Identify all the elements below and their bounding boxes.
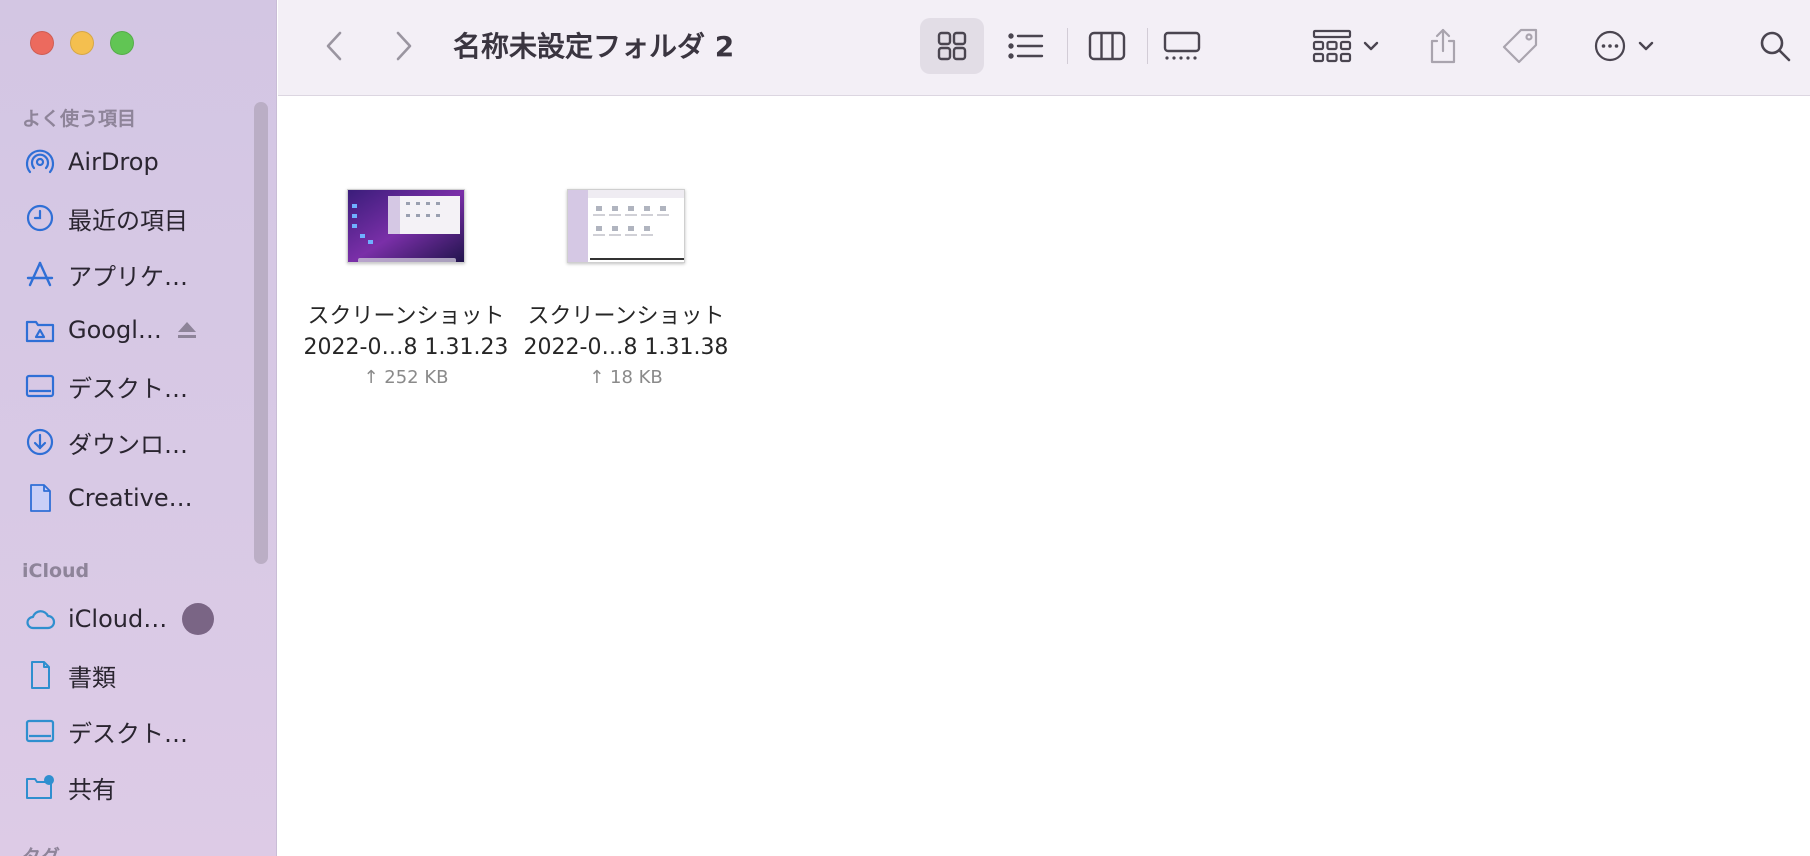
eject-icon[interactable] [176, 319, 198, 341]
airdrop-icon [22, 144, 58, 180]
sidebar-item-applications[interactable]: アプリケ… [22, 250, 252, 298]
sidebar-item-label: デスクト… [68, 719, 188, 748]
columns-icon [1088, 31, 1126, 61]
sidebar-item-recents[interactable]: 最近の項目 [22, 194, 252, 242]
sidebar-item-creative[interactable]: Creative… [22, 474, 252, 522]
file-name-line: スクリーンショット [307, 304, 505, 329]
close-window-button[interactable] [30, 31, 54, 55]
share-button[interactable] [1418, 18, 1468, 74]
sidebar-section-icloud: iCloud [22, 560, 90, 582]
back-button[interactable] [314, 18, 354, 74]
toolbar-separator [1147, 28, 1148, 64]
more-actions-button[interactable] [1584, 18, 1664, 74]
list-icon [1008, 33, 1044, 59]
chevron-right-icon [396, 31, 412, 61]
sidebar-item-shared[interactable]: 共有 [22, 763, 252, 811]
file-name-line: スクリーンショット [527, 304, 725, 329]
desktop-icon [22, 713, 58, 749]
window-controls [30, 31, 134, 55]
sidebar-item-airdrop[interactable]: AirDrop [22, 138, 252, 186]
toolbar-separator [1067, 28, 1068, 64]
sidebar-item-google-drive[interactable]: Googl… [22, 306, 252, 354]
file-size: ↑ 252 KB [363, 367, 449, 388]
sidebar-item-label: 最近の項目 [68, 206, 188, 235]
desktop-icon [22, 368, 58, 404]
sidebar-item-label: 書類 [68, 663, 116, 692]
minimize-window-button[interactable] [70, 31, 94, 55]
share-icon [1430, 28, 1456, 64]
zoom-window-button[interactable] [110, 31, 134, 55]
file-item[interactable]: スクリーンショット 2022-0…8 1.31.38 ↑ 18 KB [516, 137, 736, 388]
icon-view-button[interactable] [920, 18, 984, 74]
sidebar-item-icloud-drive[interactable]: iCloud… [22, 595, 252, 643]
document-icon [22, 480, 58, 516]
chevron-left-icon [326, 31, 342, 61]
sidebar-item-label: AirDrop [68, 148, 159, 176]
sidebar-item-icloud-desktop[interactable]: デスクト… [22, 707, 252, 755]
column-view-button[interactable] [1075, 18, 1139, 74]
download-icon [22, 424, 58, 460]
sidebar-item-label: Creative… [68, 484, 193, 512]
sidebar-scrollbar[interactable] [254, 102, 268, 564]
file-name: スクリーンショット 2022-0…8 1.31.38 [516, 301, 736, 363]
file-item[interactable]: スクリーンショット 2022-0…8 1.31.23 ↑ 252 KB [296, 137, 516, 388]
file-name-line: 2022-0…8 1.31.23 [303, 335, 509, 360]
ellipsis-circle-icon [1594, 30, 1626, 62]
applications-icon [22, 256, 58, 292]
search-icon [1760, 31, 1791, 62]
sidebar-item-documents[interactable]: 書類 [22, 651, 252, 699]
list-view-button[interactable] [994, 18, 1058, 74]
tag-icon [1502, 28, 1538, 64]
file-name: スクリーンショット 2022-0…8 1.31.23 [296, 301, 516, 363]
chevron-down-icon [1638, 41, 1654, 51]
sidebar-item-label: デスクト… [68, 374, 188, 403]
file-name-line: 2022-0…8 1.31.38 [523, 335, 729, 360]
sidebar-item-label: iCloud… [68, 605, 168, 633]
tag-button[interactable] [1494, 18, 1546, 74]
shared-folder-icon [22, 769, 58, 805]
file-thumbnail-finder-screenshot[interactable] [567, 189, 685, 263]
grid-icon [937, 31, 967, 61]
cloud-icon [22, 601, 58, 637]
google-drive-folder-icon [22, 312, 58, 348]
sidebar-section-tags: タグ [22, 842, 60, 856]
group-by-button[interactable] [1306, 18, 1386, 74]
sidebar-item-downloads[interactable]: ダウンロ… [22, 418, 252, 466]
clock-icon [22, 200, 58, 236]
sidebar-item-desktop[interactable]: デスクト… [22, 362, 252, 410]
group-grid-icon [1312, 29, 1352, 63]
forward-button[interactable] [384, 18, 424, 74]
document-icon [22, 657, 58, 693]
chevron-down-icon [1363, 41, 1379, 51]
sidebar-section-favorites: よく使う項目 [22, 108, 137, 130]
file-thumbnail-desktop-screenshot[interactable] [347, 189, 465, 263]
sidebar-item-label: 共有 [68, 775, 116, 804]
sidebar-item-label: アプリケ… [68, 262, 188, 291]
sidebar-item-label: Googl… [68, 316, 162, 344]
sidebar-item-label: ダウンロ… [68, 430, 188, 459]
search-button[interactable] [1750, 18, 1800, 74]
toolbar: 名称未設定フォルダ 2 [278, 0, 1810, 96]
gallery-view-button[interactable] [1150, 18, 1214, 74]
gallery-icon [1163, 31, 1201, 60]
icloud-status-badge [181, 602, 215, 636]
file-size: ↑ 18 KB [589, 367, 663, 388]
window-title: 名称未設定フォルダ 2 [453, 30, 735, 63]
file-browser-content[interactable]: スクリーンショット 2022-0…8 1.31.23 ↑ 252 KB スクリー… [278, 97, 1810, 856]
sidebar: よく使う項目 AirDrop 最近の項目 アプリケ… Googl… デスクト… … [0, 0, 277, 856]
